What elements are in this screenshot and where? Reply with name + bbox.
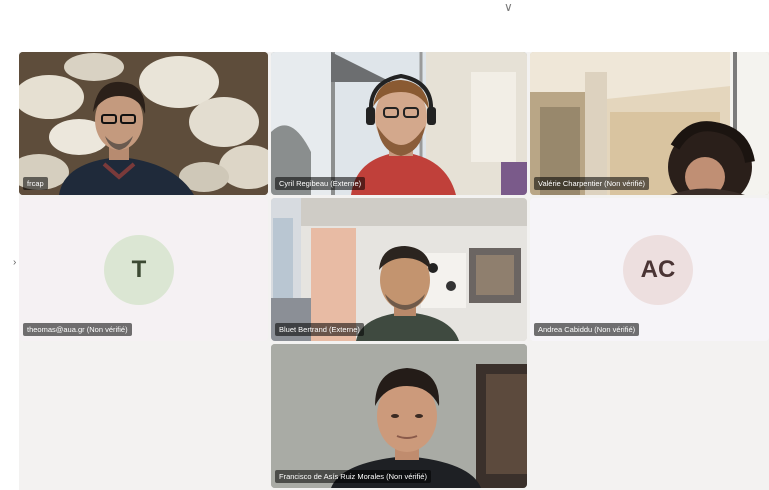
video-feed — [271, 52, 527, 195]
participant-name-label: Cyril Regibeau (Externe) — [275, 177, 366, 190]
participant-name-label: Valérie Charpentier (Non vérifié) — [534, 177, 649, 190]
participant-tile-valerie-charpentier[interactable]: Valérie Charpentier (Non vérifié) — [530, 52, 769, 195]
participant-tile-frcap[interactable]: frcap — [19, 52, 268, 195]
video-feed — [271, 344, 527, 488]
participant-name-label: Francisco de Asís Ruiz Morales (Non véri… — [275, 470, 431, 483]
participant-name-label: theomas@aua.gr (Non vérifié) — [23, 323, 132, 336]
video-feed — [271, 198, 527, 341]
video-feed — [530, 52, 769, 195]
participant-name-label: Andrea Cabiddu (Non vérifié) — [534, 323, 640, 336]
avatar: T — [104, 235, 174, 305]
avatar-initials: T — [131, 256, 147, 283]
participant-tile-theomas[interactable]: T theomas@aua.gr (Non vérifié) — [19, 198, 268, 341]
participant-tile-cyril-regibeau[interactable]: Cyril Regibeau (Externe) — [271, 52, 527, 195]
avatar-initials: AC — [640, 256, 676, 283]
participant-tile-bluet-bertrand[interactable]: Bluet Bertrand (Externe) — [271, 198, 527, 341]
video-feed — [19, 52, 268, 195]
participant-name-label: Bluet Bertrand (Externe) — [275, 323, 364, 336]
participant-tile-francisco-ruiz-morales[interactable]: Francisco de Asís Ruiz Morales (Non véri… — [271, 344, 527, 488]
avatar: AC — [623, 235, 693, 305]
participant-tile-andrea-cabiddu[interactable]: AC Andrea Cabiddu (Non vérifié) — [530, 198, 769, 341]
participant-name-label: frcap — [23, 177, 48, 190]
video-gallery: frcap Cyril Regibeau (Externe) Valérie C… — [19, 52, 769, 490]
chevron-down-icon[interactable]: ∨ — [504, 0, 518, 14]
